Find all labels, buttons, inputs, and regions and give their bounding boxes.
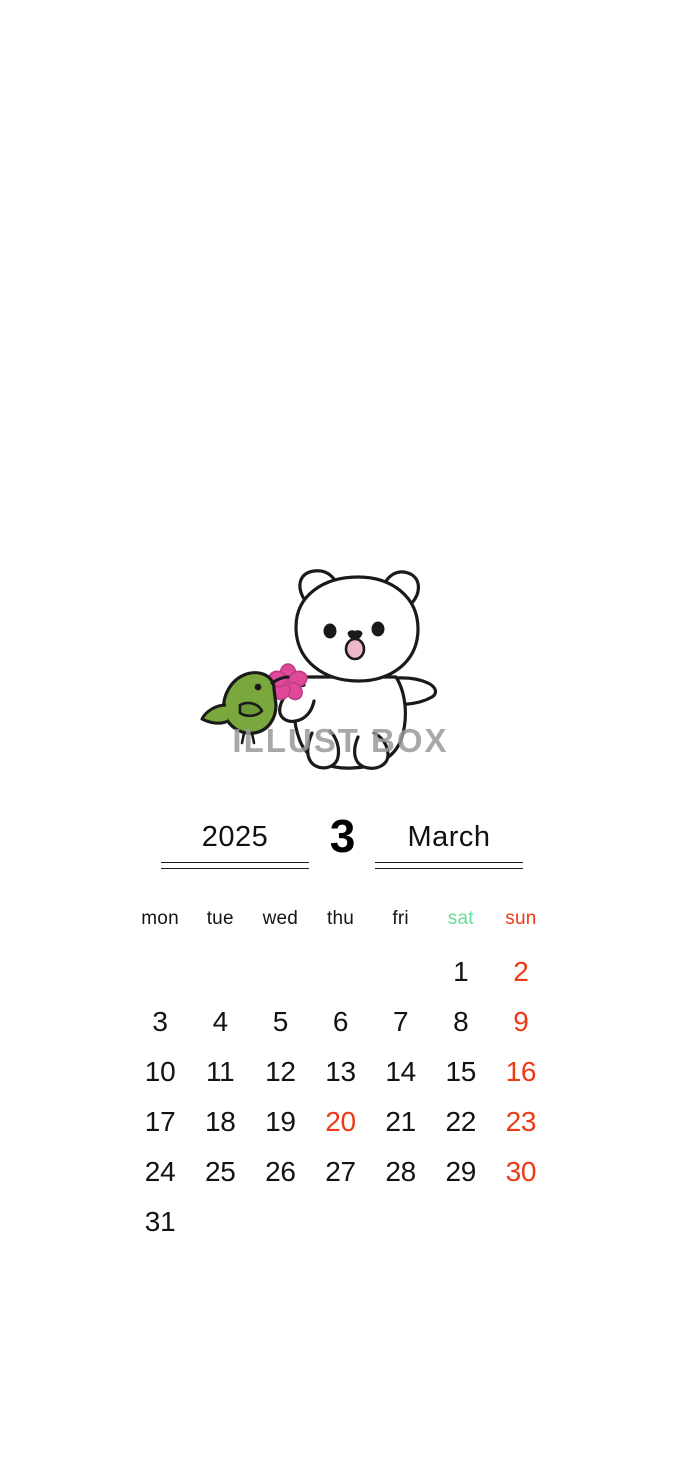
date-cell-empty bbox=[190, 1197, 250, 1247]
date-cell-empty bbox=[250, 947, 310, 997]
month-number: 3 bbox=[329, 810, 356, 862]
bear-left-eye bbox=[323, 623, 337, 639]
date-cell-20[interactable]: 20 bbox=[310, 1097, 370, 1147]
date-cell-29[interactable]: 29 bbox=[431, 1147, 491, 1197]
date-cell-10[interactable]: 10 bbox=[130, 1047, 190, 1097]
calendar: 2025 3 March mon tue wed thu fri sat sun 12345… bbox=[130, 810, 551, 1247]
date-cell-8[interactable]: 8 bbox=[431, 997, 491, 1047]
month-name-underline bbox=[375, 862, 523, 869]
date-cell-17[interactable]: 17 bbox=[130, 1097, 190, 1147]
date-cell-empty bbox=[491, 1197, 551, 1247]
weekday-header-sat: sat bbox=[447, 908, 474, 929]
date-cell-22[interactable]: 22 bbox=[431, 1097, 491, 1147]
weekday-header-mon: mon bbox=[141, 908, 179, 929]
date-cell-empty bbox=[371, 1197, 431, 1247]
date-cell-27[interactable]: 27 bbox=[310, 1147, 370, 1197]
date-cell-empty bbox=[431, 1197, 491, 1247]
date-cell-6[interactable]: 6 bbox=[310, 997, 370, 1047]
bear-right-eye bbox=[371, 621, 385, 637]
date-cell-23[interactable]: 23 bbox=[491, 1097, 551, 1147]
weekday-header-wed: wed bbox=[262, 908, 299, 929]
calendar-page: ILLUST BOX 2025 3 March mon tue wed thu fri s… bbox=[0, 0, 681, 1480]
date-cell-empty bbox=[130, 947, 190, 997]
date-cell-19[interactable]: 19 bbox=[250, 1097, 310, 1147]
bear-left-leg bbox=[306, 729, 341, 770]
date-cell-11[interactable]: 11 bbox=[190, 1047, 250, 1097]
date-cell-2[interactable]: 2 bbox=[491, 947, 551, 997]
date-cell-26[interactable]: 26 bbox=[250, 1147, 310, 1197]
date-cell-empty bbox=[310, 947, 370, 997]
date-cell-9[interactable]: 9 bbox=[491, 997, 551, 1047]
date-cell-18[interactable]: 18 bbox=[190, 1097, 250, 1147]
year-label: 2025 bbox=[201, 821, 269, 853]
date-cell-5[interactable]: 5 bbox=[250, 997, 310, 1047]
weekday-header-thu: thu bbox=[326, 908, 354, 929]
date-cell-13[interactable]: 13 bbox=[310, 1047, 370, 1097]
year-underline bbox=[161, 862, 309, 869]
date-cell-empty bbox=[310, 1197, 370, 1247]
date-cell-21[interactable]: 21 bbox=[371, 1097, 431, 1147]
date-cell-25[interactable]: 25 bbox=[190, 1147, 250, 1197]
weekday-header-row: mon tue wed thu fri sat sun bbox=[130, 907, 551, 931]
bear-right-leg bbox=[353, 731, 390, 770]
bear-head bbox=[294, 575, 420, 683]
date-cell-empty bbox=[250, 1197, 310, 1247]
month-name-block: March bbox=[375, 818, 523, 869]
date-cell-14[interactable]: 14 bbox=[371, 1047, 431, 1097]
date-cell-16[interactable]: 16 bbox=[491, 1047, 551, 1097]
year-block: 2025 bbox=[161, 818, 309, 869]
date-cell-15[interactable]: 15 bbox=[431, 1047, 491, 1097]
weekday-header-sun: sun bbox=[505, 908, 537, 929]
date-cell-empty bbox=[371, 947, 431, 997]
date-cell-31[interactable]: 31 bbox=[130, 1197, 190, 1247]
date-cell-7[interactable]: 7 bbox=[371, 997, 431, 1047]
date-cell-empty bbox=[190, 947, 250, 997]
bear-with-warbler-illustration bbox=[196, 565, 456, 780]
date-cell-1[interactable]: 1 bbox=[431, 947, 491, 997]
month-name-label: March bbox=[407, 821, 491, 853]
weekday-header-tue: tue bbox=[206, 908, 234, 929]
date-grid: 1 2 3 4 5 6 7 8 9 10 11 12 13 14 15 16 17 18 19 20 21 22 23 24 2… bbox=[130, 947, 551, 1247]
weekday-header-fri: fri bbox=[392, 908, 409, 929]
date-cell-4[interactable]: 4 bbox=[190, 997, 250, 1047]
date-cell-30[interactable]: 30 bbox=[491, 1147, 551, 1197]
date-cell-28[interactable]: 28 bbox=[371, 1147, 431, 1197]
date-cell-3[interactable]: 3 bbox=[130, 997, 190, 1047]
calendar-header: 2025 3 March bbox=[130, 810, 551, 890]
date-cell-24[interactable]: 24 bbox=[130, 1147, 190, 1197]
date-cell-12[interactable]: 12 bbox=[250, 1047, 310, 1097]
bear-mouth bbox=[344, 637, 366, 661]
